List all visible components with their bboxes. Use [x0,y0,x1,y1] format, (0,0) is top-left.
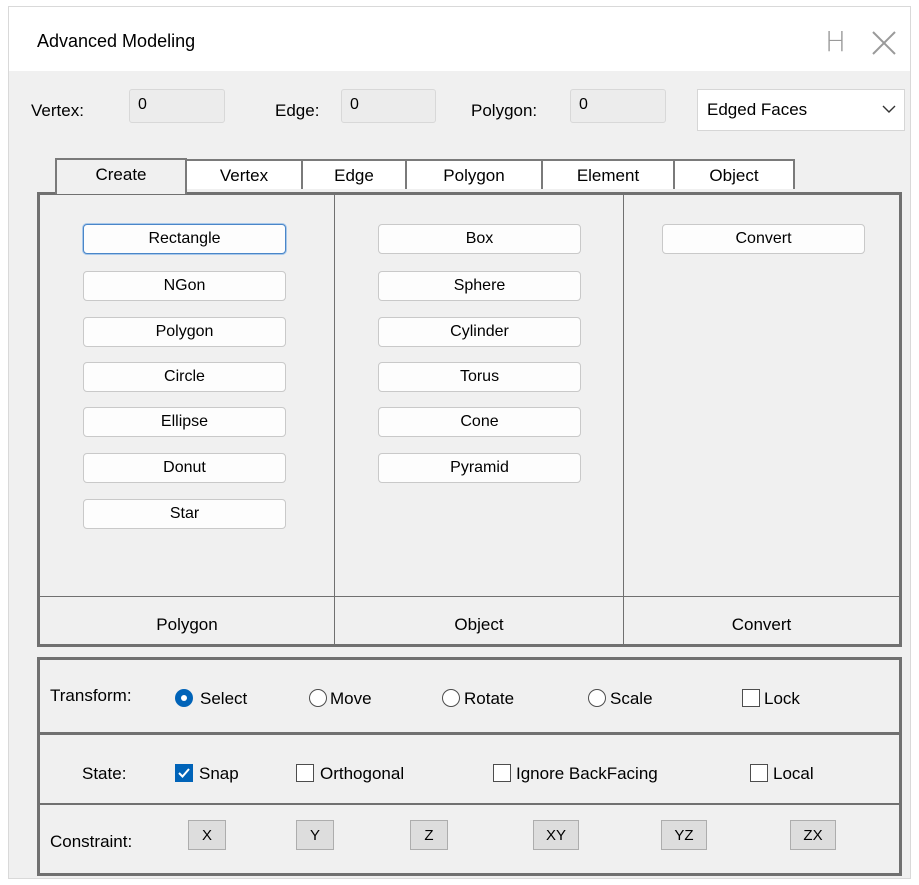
constraint-z-button[interactable]: Z [410,820,448,850]
state-label: State: [82,764,127,783]
tab-create[interactable]: Create [55,158,187,194]
convert-button[interactable]: Convert [662,224,865,254]
move-radio-label[interactable]: Move [330,689,372,709]
help-icon[interactable]: H [825,25,846,58]
rotate-radio-label[interactable]: Rotate [464,689,514,709]
constraint-xy-button[interactable]: XY [533,820,579,850]
vertex-count-field[interactable]: 0 [129,89,225,123]
ignore-backfacing-checkbox[interactable] [493,764,511,782]
convert-column-footer: Convert [731,615,792,634]
star-button[interactable]: Star [83,499,286,529]
edge-count-field[interactable]: 0 [341,89,436,123]
tab-edge[interactable]: Edge [301,159,407,189]
orthogonal-checkbox-label[interactable]: Orthogonal [320,764,404,784]
polygon-column-footer: Polygon [156,615,218,634]
window-title: Advanced Modeling [37,31,196,51]
edge-label: Edge: [275,101,320,120]
display-mode-select[interactable]: Edged Faces [697,89,905,131]
row-divider [40,803,899,805]
sphere-button[interactable]: Sphere [378,271,581,301]
constraint-yz-button[interactable]: YZ [661,820,707,850]
circle-button[interactable]: Circle [83,362,286,392]
polygon-count-field[interactable]: 0 [570,89,666,123]
advanced-modeling-window: Advanced Modeling H Vertex: 0 Edge: 0 Po… [8,6,911,879]
snap-checkbox-label[interactable]: Snap [199,764,239,784]
constraint-y-button[interactable]: Y [296,820,334,850]
snap-checkbox[interactable] [175,764,193,782]
tab-polygon[interactable]: Polygon [405,159,543,189]
state-constraint-group: State: Snap Orthogonal Ignore BackFacing… [37,732,902,876]
lock-checkbox[interactable] [742,689,760,707]
object-column-footer: Object [454,615,504,634]
tab-object[interactable]: Object [673,159,795,189]
polygon-label: Polygon: [471,101,538,120]
display-mode-value: Edged Faces [707,100,808,119]
vertex-label: Vertex: [31,101,84,120]
lock-checkbox-label[interactable]: Lock [764,689,800,709]
tab-element[interactable]: Element [541,159,675,189]
local-checkbox-label[interactable]: Local [773,764,814,784]
tab-vertex[interactable]: Vertex [185,159,303,189]
ignore-backfacing-checkbox-label[interactable]: Ignore BackFacing [516,764,658,784]
donut-button[interactable]: Donut [83,453,286,483]
title-bar: Advanced Modeling H [9,7,910,71]
move-radio[interactable] [309,689,327,707]
cylinder-button[interactable]: Cylinder [378,317,581,347]
footer-divider [40,596,899,597]
orthogonal-checkbox[interactable] [296,764,314,782]
torus-button[interactable]: Torus [378,362,581,392]
box-button[interactable]: Box [378,224,581,254]
constraint-zx-button[interactable]: ZX [790,820,836,850]
column-divider [623,195,624,644]
column-divider [334,195,335,644]
local-checkbox[interactable] [750,764,768,782]
close-icon[interactable] [870,29,898,57]
ellipse-button[interactable]: Ellipse [83,407,286,437]
checkmark-icon [178,768,190,778]
constraint-x-button[interactable]: X [188,820,226,850]
rotate-radio[interactable] [442,689,460,707]
scale-radio-label[interactable]: Scale [610,689,653,709]
polygon-button[interactable]: Polygon [83,317,286,347]
select-radio-label[interactable]: Select [200,689,247,709]
create-tab-panel: Rectangle NGon Polygon Circle Ellipse Do… [37,192,902,647]
cone-button[interactable]: Cone [378,407,581,437]
pyramid-button[interactable]: Pyramid [378,453,581,483]
transform-group: Transform: Select Move Rotate Scale Lock [37,657,902,735]
constraint-label: Constraint: [50,832,133,851]
select-radio[interactable] [175,689,193,707]
transform-label: Transform: [50,686,132,705]
rectangle-button[interactable]: Rectangle [83,224,286,254]
ngon-button[interactable]: NGon [83,271,286,301]
chevron-down-icon [882,105,896,113]
scale-radio[interactable] [588,689,606,707]
